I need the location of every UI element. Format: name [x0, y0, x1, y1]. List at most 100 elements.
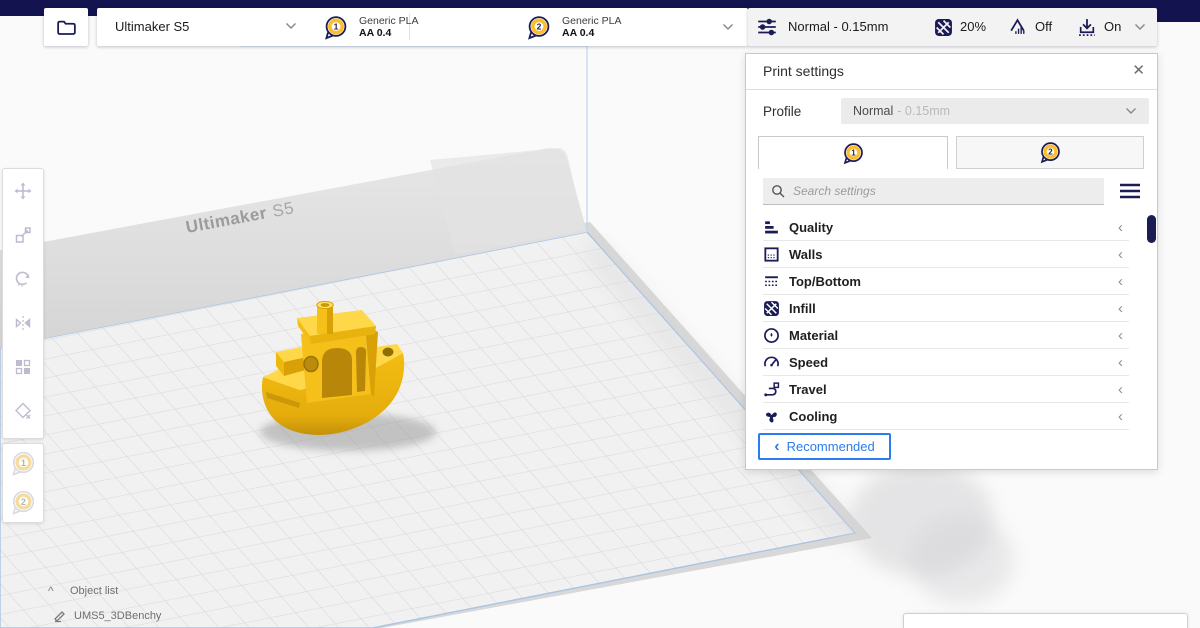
- material-icon: [763, 327, 780, 344]
- printer-name: Ultimaker S5: [115, 19, 189, 34]
- recommended-mode-button[interactable]: ‹ Recommended: [758, 433, 891, 460]
- object-list-title: Object list: [70, 585, 118, 597]
- profile-suffix: - 0.15mm: [897, 104, 950, 118]
- extruder-1-material: Generic PLA: [359, 15, 419, 27]
- category-top-bottom[interactable]: Top/Bottom ‹: [763, 268, 1129, 295]
- search-icon: [771, 184, 785, 198]
- cooling-icon: [763, 408, 780, 425]
- svg-text:1: 1: [334, 22, 339, 32]
- summary-support: Off: [1035, 19, 1052, 34]
- svg-text:2: 2: [1048, 148, 1053, 157]
- collapse-chevron-icon: ‹: [1118, 220, 1123, 235]
- category-cooling[interactable]: Cooling ‹: [763, 403, 1129, 430]
- extruder-1-select-button[interactable]: 1: [3, 444, 43, 483]
- open-file-button[interactable]: [44, 8, 88, 46]
- support-blocker-button[interactable]: [3, 389, 43, 433]
- cura-application-window: UltimakerS5: [0, 0, 1200, 628]
- object-name: UMS5_3DBenchy: [74, 610, 161, 622]
- extruder-2-material: Generic PLA: [562, 15, 622, 27]
- infill-icon: [763, 300, 780, 317]
- svg-text:1: 1: [21, 458, 26, 468]
- object-list: ^ Object list UMS5_3DBenchy: [48, 582, 268, 625]
- panel-title: Print settings: [763, 63, 844, 79]
- settings-visibility-menu-icon[interactable]: [1119, 182, 1141, 200]
- rotate-tool-button[interactable]: [3, 257, 43, 301]
- move-icon: [14, 182, 32, 200]
- close-icon[interactable]: ✕: [1132, 61, 1145, 79]
- adhesion-icon: [1077, 17, 1097, 37]
- extruder-2-config[interactable]: 2 Generic PLA AA 0.4: [526, 8, 726, 46]
- summary-profile: Normal - 0.15mm: [788, 19, 888, 34]
- per-model-settings-icon: [14, 358, 32, 376]
- profile-value: Normal: [853, 104, 893, 118]
- configuration-chevron-down-icon[interactable]: [722, 23, 734, 31]
- profile-dropdown[interactable]: Normal - 0.15mm: [841, 98, 1149, 124]
- extruder-2-tab-icon: 2: [1039, 141, 1062, 164]
- topbar-corner: [1157, 0, 1200, 22]
- mirror-icon: [14, 314, 32, 332]
- scale-tool-button[interactable]: [3, 213, 43, 257]
- profile-label: Profile: [763, 104, 801, 119]
- back-chevron-icon: ‹: [774, 439, 779, 455]
- summary-chevron-down-icon: [1134, 23, 1146, 31]
- collapse-chevron-icon: ‹: [1118, 382, 1123, 397]
- chevron-down-icon: [285, 22, 297, 30]
- summary-adhesion: On: [1104, 19, 1121, 34]
- collapse-chevron-icon: ‹: [1118, 301, 1123, 316]
- extruder-1-nozzle: AA 0.4: [359, 27, 419, 40]
- per-model-settings-button[interactable]: [3, 345, 43, 389]
- chevron-down-icon: [1125, 107, 1137, 115]
- top-bottom-icon: [763, 273, 780, 290]
- svg-text:1: 1: [851, 148, 856, 157]
- rotate-icon: [14, 270, 32, 288]
- scrollbar-thumb[interactable]: [1147, 215, 1156, 243]
- edit-pencil-icon: [48, 610, 70, 623]
- extruder-2-icon: 2: [526, 14, 552, 41]
- extruder-1-tab-icon: 1: [842, 142, 865, 165]
- category-travel[interactable]: Travel ‹: [763, 376, 1129, 403]
- object-list-item[interactable]: UMS5_3DBenchy: [48, 607, 268, 625]
- tab-extruder-2[interactable]: 2: [956, 136, 1144, 169]
- support-icon: [1008, 17, 1028, 37]
- collapse-chevron-icon: ‹: [1118, 355, 1123, 370]
- folder-icon: [55, 17, 78, 38]
- print-setup-summary-bar[interactable]: Normal - 0.15mm 20% Off On: [748, 8, 1157, 46]
- extruder-2-select-button[interactable]: 2: [3, 483, 43, 522]
- scale-icon: [14, 226, 32, 244]
- svg-text:2: 2: [21, 497, 26, 507]
- quality-icon: [763, 219, 780, 236]
- extruder-1-icon: 1: [323, 14, 349, 41]
- collapse-chevron-icon: ‹: [1118, 328, 1123, 343]
- sliders-icon: [756, 17, 778, 37]
- category-infill[interactable]: Infill ‹: [763, 295, 1129, 322]
- speed-icon: [763, 354, 780, 371]
- tab-extruder-1[interactable]: 1: [758, 136, 948, 169]
- action-panel-edge: [903, 613, 1188, 628]
- travel-icon: [763, 381, 780, 398]
- print-settings-panel: Print settings ✕ Profile Normal- 0.15mm …: [745, 53, 1158, 470]
- infill-icon: [934, 18, 953, 37]
- object-list-header[interactable]: ^ Object list: [48, 582, 268, 600]
- extruder-2-nozzle: AA 0.4: [562, 27, 622, 40]
- collapse-caret-icon: ^: [48, 584, 70, 598]
- configuration-bar: Ultimaker S5 1 Generic PLA AA 0.4: [97, 8, 748, 46]
- recommended-label: Recommended: [787, 439, 875, 454]
- collapse-chevron-icon: ‹: [1118, 409, 1123, 424]
- print-settings-header: Print settings ✕: [746, 54, 1157, 90]
- support-blocker-icon: [14, 402, 32, 420]
- summary-infill: 20%: [960, 19, 986, 34]
- move-tool-button[interactable]: [3, 169, 43, 213]
- mirror-tool-button[interactable]: [3, 301, 43, 345]
- category-speed[interactable]: Speed ‹: [763, 349, 1129, 376]
- walls-icon: [763, 246, 780, 263]
- category-material[interactable]: Material ‹: [763, 322, 1129, 349]
- tool-panel: [2, 168, 44, 439]
- search-input[interactable]: [763, 178, 1104, 205]
- collapse-chevron-icon: ‹: [1118, 274, 1123, 289]
- extruder-1-config[interactable]: 1 Generic PLA AA 0.4: [323, 8, 523, 46]
- category-quality[interactable]: Quality ‹: [763, 214, 1129, 241]
- extruder-select-panel: 1 2: [2, 443, 44, 523]
- svg-text:2: 2: [537, 22, 542, 32]
- category-walls[interactable]: Walls ‹: [763, 241, 1129, 268]
- collapse-chevron-icon: ‹: [1118, 247, 1123, 262]
